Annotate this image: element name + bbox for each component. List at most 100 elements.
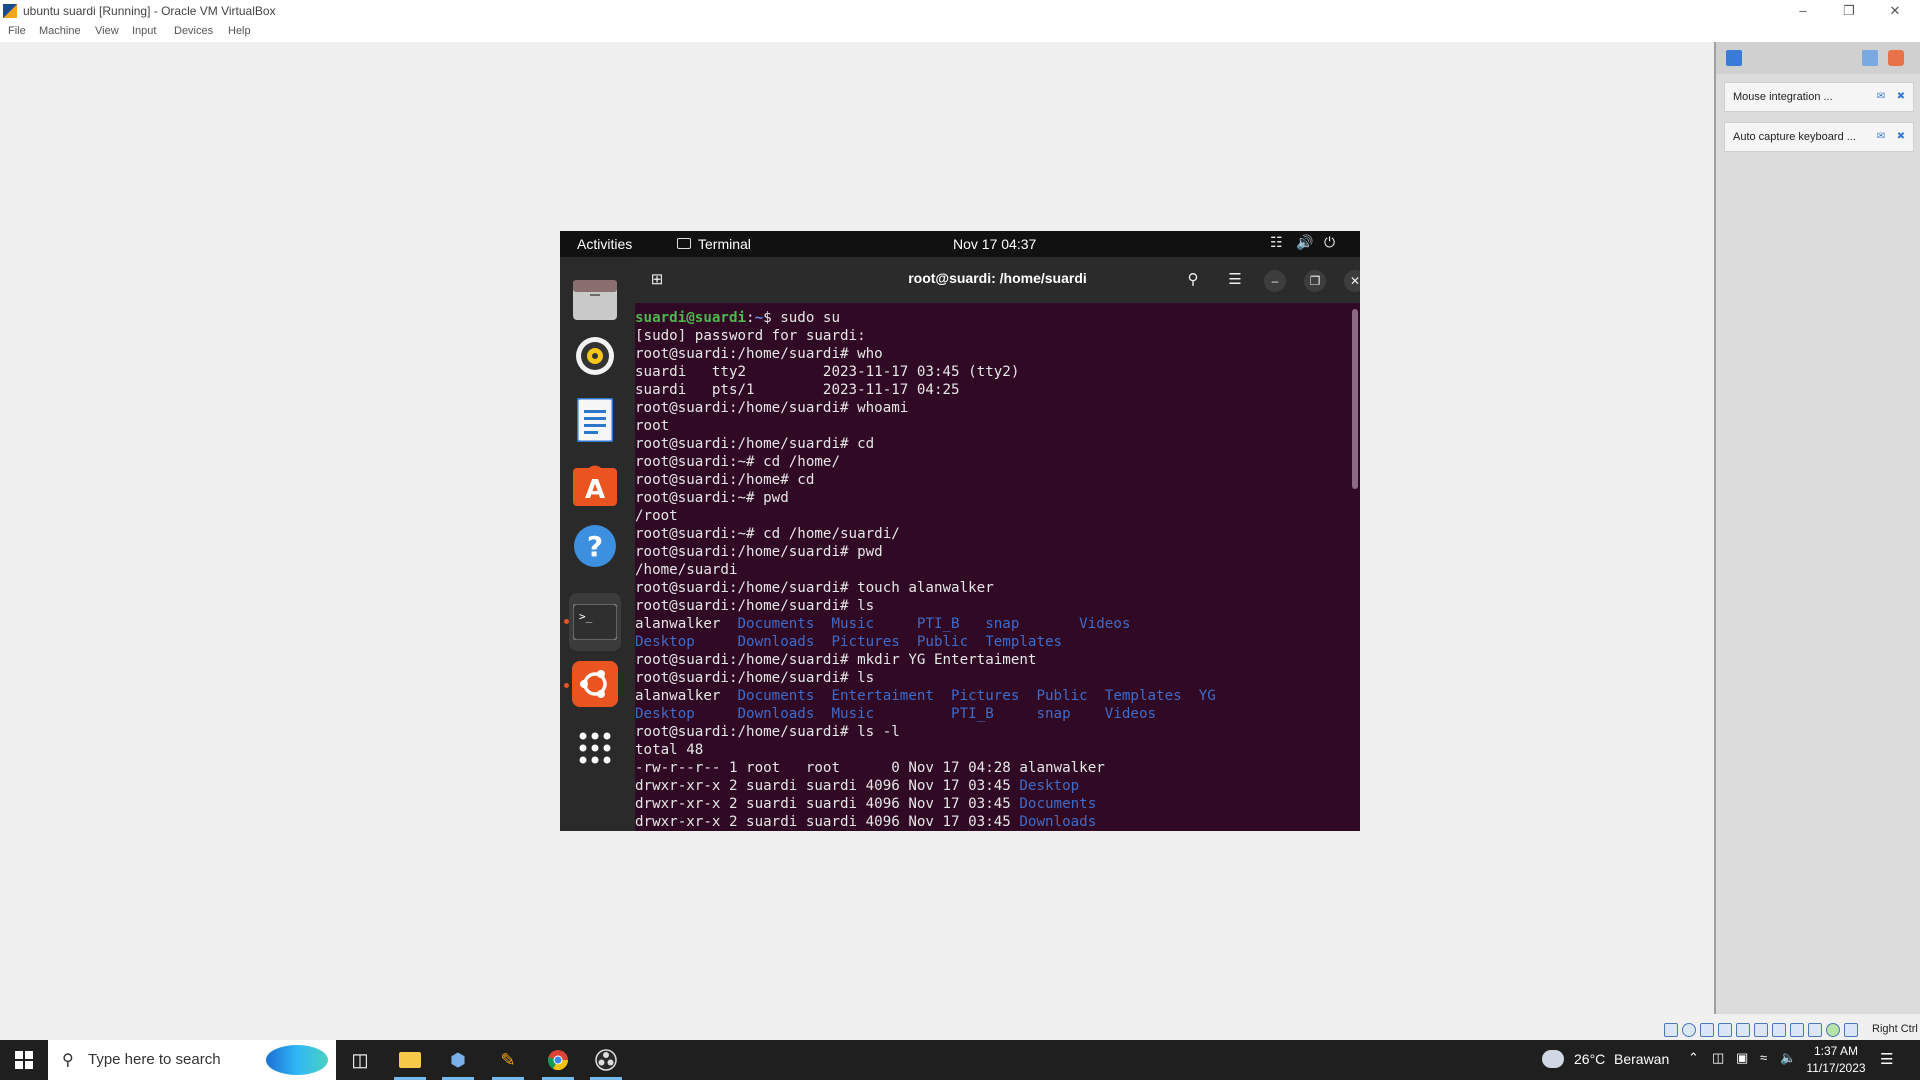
search-placeholder: Type here to search xyxy=(88,1051,221,1068)
terminal-line: /root xyxy=(635,507,1216,525)
terminal-text-segment: root@suardi:/home/suardi# touch alanwalk… xyxy=(635,580,994,596)
app-menu-terminal[interactable]: Terminal xyxy=(698,236,751,252)
task-view-icon[interactable]: ◫ xyxy=(336,1040,384,1080)
hamburger-menu-icon[interactable]: ☰ xyxy=(1221,266,1249,294)
menu-file[interactable]: File xyxy=(8,25,26,37)
terminal-scrollbar[interactable] xyxy=(1352,309,1358,489)
do-not-show-icon[interactable]: ✉ xyxy=(1875,131,1887,143)
terminal-lines: suardi@suardi:~$ sudo su [sudo] password … xyxy=(635,309,1216,831)
terminal-text-segment: Desktop Downloads Pictures Public Templa… xyxy=(635,634,1063,650)
notifications-icon[interactable]: ☰ xyxy=(1880,1050,1893,1068)
virtualbox-taskbar-icon[interactable]: ⬢ xyxy=(434,1040,482,1080)
notice-auto-capture-keyboard[interactable]: Auto capture keyboard ... ✉ ✖ xyxy=(1724,122,1914,152)
terminal-dock-icon[interactable]: >_ xyxy=(569,593,621,651)
cpu-icon[interactable] xyxy=(1808,1023,1822,1037)
taskbar-search-box[interactable]: ⚲ Type here to search xyxy=(48,1040,336,1080)
terminal-line: root@suardi:/home/suardi# who xyxy=(635,345,1216,363)
start-button[interactable] xyxy=(0,1040,48,1080)
terminal-text-segment: root@suardi:/home/suardi# ls xyxy=(635,670,875,686)
menu-machine[interactable]: Machine xyxy=(39,25,81,37)
terminal-text-segment: root@suardi:/home/suardi# ls -l xyxy=(635,724,900,740)
wifi-icon[interactable]: ≈ xyxy=(1760,1050,1767,1065)
notice-text: Mouse integration ... xyxy=(1733,91,1833,103)
windows-clock[interactable]: 1:37 AM 11/17/2023 xyxy=(1800,1043,1872,1077)
power-icon[interactable]: ⏻ xyxy=(1324,234,1335,251)
help-icon[interactable]: ? xyxy=(572,523,618,569)
notice-mouse-integration[interactable]: Mouse integration ... ✉ ✖ xyxy=(1724,82,1914,112)
device-icon[interactable]: ◫ xyxy=(1712,1050,1724,1066)
terminal-text-segment: $ sudo su xyxy=(763,310,841,326)
terminal-text-segment: Documents xyxy=(1019,796,1097,812)
terminal-line: root xyxy=(635,417,1216,435)
files-app-icon[interactable] xyxy=(572,277,618,323)
security-icon[interactable]: ▣ xyxy=(1736,1050,1748,1066)
menu-view[interactable]: View xyxy=(95,25,119,37)
terminal-text-segment: suardi tty2 2023-11-17 03:45 (tty2) xyxy=(635,364,1020,380)
network-adapter-icon[interactable] xyxy=(1718,1023,1732,1037)
minimize-icon[interactable]: – xyxy=(1264,270,1286,292)
terminal-text-segment: root@suardi:/home/suardi# who xyxy=(635,346,883,362)
terminal-text-segment: root@suardi:/home/suardi# mkdir YG Enter… xyxy=(635,652,1037,668)
volume-icon[interactable]: 🔊 xyxy=(1296,234,1313,251)
menu-input[interactable]: Input xyxy=(132,25,156,37)
weather-description[interactable]: Berawan xyxy=(1614,1051,1669,1067)
terminal-line: drwxr-xr-x 2 suardi suardi 4096 Nov 17 0… xyxy=(635,795,1216,813)
network-icon[interactable]: ☷ xyxy=(1270,234,1283,251)
libreoffice-writer-icon[interactable] xyxy=(572,397,618,443)
notification-center-icon[interactable] xyxy=(1726,50,1742,66)
terminal-line: root@suardi:/home/suardi# touch alanwalk… xyxy=(635,579,1216,597)
show-hidden-icons-icon[interactable]: ⌃ xyxy=(1688,1050,1699,1066)
obs-studio-icon[interactable] xyxy=(582,1040,630,1080)
show-applications-icon[interactable] xyxy=(572,725,618,771)
close-icon[interactable]: ✕ xyxy=(1344,270,1360,292)
recording-icon[interactable] xyxy=(1790,1023,1804,1037)
terminal-output[interactable]: suardi@suardi:~$ sudo su [sudo] password … xyxy=(635,303,1360,831)
mouse-integration-icon[interactable] xyxy=(1844,1023,1858,1037)
ubuntu-clock[interactable]: Nov 17 04:37 xyxy=(953,236,1036,252)
terminal-line: drwxr-xr-x 2 suardi suardi 4096 Nov 17 0… xyxy=(635,813,1216,831)
menu-devices[interactable]: Devices xyxy=(174,25,213,37)
bing-highlight-icon[interactable] xyxy=(266,1045,328,1075)
speaker-muted-icon[interactable]: 🔈 xyxy=(1780,1050,1796,1066)
hard-disk-icon[interactable] xyxy=(1664,1023,1678,1037)
paint-app-icon[interactable]: ✎ xyxy=(484,1040,532,1080)
keep-notifications-icon[interactable] xyxy=(1862,50,1878,66)
terminal-text-segment: Documents Music PTI_B snap Videos xyxy=(737,616,1131,632)
maximize-icon[interactable]: ❐ xyxy=(1304,270,1326,292)
chrome-icon[interactable] xyxy=(534,1040,582,1080)
rhythmbox-app-icon[interactable] xyxy=(572,333,618,379)
virtualbox-titlebar: ubuntu suardi [Running] - Oracle VM Virt… xyxy=(0,0,1920,22)
do-not-show-icon[interactable]: ✉ xyxy=(1875,91,1887,103)
close-button[interactable]: ✕ xyxy=(1872,0,1918,22)
search-icon: ⚲ xyxy=(62,1052,74,1069)
minimize-button[interactable]: – xyxy=(1780,0,1826,22)
search-icon[interactable]: ⚲ xyxy=(1179,266,1207,294)
file-explorer-icon[interactable] xyxy=(386,1040,434,1080)
terminal-text-segment: ~ xyxy=(754,310,764,326)
terminal-line: root@suardi:/home# cd xyxy=(635,471,1216,489)
ubuntu-software-icon[interactable]: A xyxy=(572,461,618,507)
audio-icon[interactable] xyxy=(1700,1023,1714,1037)
svg-text:A: A xyxy=(585,475,605,505)
terminal-line: suardi@suardi:~$ sudo su xyxy=(635,309,1216,327)
terminal-text-segment: alanwalker xyxy=(635,616,738,632)
optical-drive-icon[interactable] xyxy=(1682,1023,1696,1037)
ubuntu-vm-screen[interactable]: Activities Terminal Nov 17 04:37 ☷ 🔊 ⏻ A… xyxy=(560,231,1360,831)
terminal-line: root@suardi:/home/suardi# ls xyxy=(635,597,1216,615)
restore-button[interactable]: ❐ xyxy=(1826,0,1872,22)
virtualization-icon[interactable] xyxy=(1826,1023,1840,1037)
shared-folders-icon[interactable] xyxy=(1754,1023,1768,1037)
dismiss-icon[interactable]: ✖ xyxy=(1895,131,1907,143)
ubuntu-logo-app-icon[interactable] xyxy=(572,661,618,707)
weather-icon[interactable] xyxy=(1542,1050,1564,1068)
weather-temp[interactable]: 26°C xyxy=(1574,1051,1605,1067)
activities-button[interactable]: Activities xyxy=(577,236,632,252)
display-icon[interactable] xyxy=(1772,1023,1786,1037)
terminal-text-segment: root@suardi:~# cd /home/suardi/ xyxy=(635,526,900,542)
usb-icon[interactable] xyxy=(1736,1023,1750,1037)
menu-help[interactable]: Help xyxy=(228,25,251,37)
clear-notifications-icon[interactable] xyxy=(1888,50,1904,66)
ubuntu-dock: A ? >_ xyxy=(560,257,635,831)
terminal-line: alanwalker Documents Music PTI_B snap Vi… xyxy=(635,615,1216,633)
dismiss-icon[interactable]: ✖ xyxy=(1895,91,1907,103)
